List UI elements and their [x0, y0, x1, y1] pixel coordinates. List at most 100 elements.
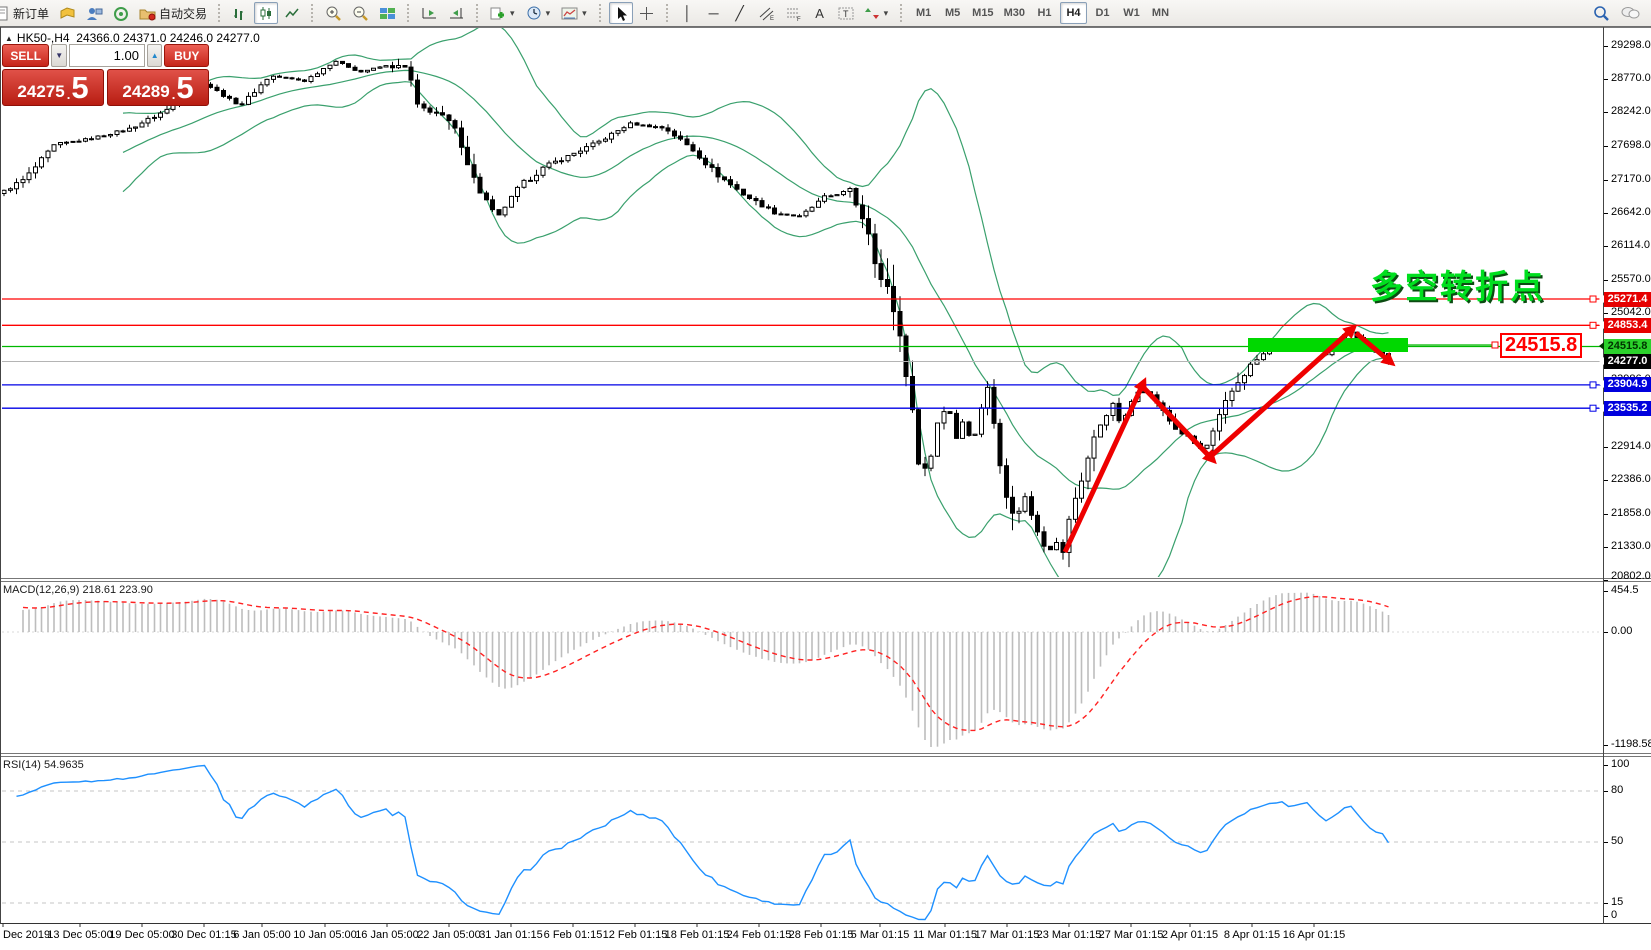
- symbol-title: HK50-,H4: [16, 31, 70, 45]
- candle-body: [164, 108, 170, 114]
- candle-body: [822, 195, 827, 202]
- price-tick-mark: [1604, 213, 1608, 214]
- indicator-tick-mark: [1604, 765, 1608, 766]
- candle-body: [484, 192, 489, 201]
- macd-axis-label: 0.00: [1611, 625, 1633, 637]
- candle-body: [239, 103, 245, 106]
- candle-body: [935, 422, 940, 457]
- candle-body: [903, 335, 909, 377]
- one-click-trading-panel: SELL ▼ ▲ BUY 24275 . 5 24289 . 5: [2, 44, 209, 106]
- sell-button[interactable]: SELL: [2, 44, 50, 67]
- candle-body: [991, 386, 997, 424]
- buy-button[interactable]: BUY: [164, 44, 209, 67]
- candle-body: [872, 233, 878, 265]
- candle-body: [647, 124, 652, 128]
- line-handle-marker[interactable]: [1589, 404, 1597, 412]
- candle-body: [352, 66, 358, 71]
- bollinger-band[interactable]: [122, 69, 1389, 490]
- candle-body: [584, 146, 589, 152]
- time-axis[interactable]: Dec 2019 13 Dec 05:00 19 Dec 05:00 30 Dec 0…: [0, 925, 1651, 950]
- candle-body: [766, 206, 771, 209]
- candle-body: [390, 65, 395, 69]
- time-axis-label: 5 Mar 01:15: [850, 929, 910, 941]
- chart-canvas[interactable]: [0, 0, 1651, 950]
- candle-body: [521, 179, 527, 188]
- price-tick-mark: [1604, 514, 1608, 515]
- candle-body: [759, 200, 765, 208]
- line-handle-marker[interactable]: [1589, 381, 1597, 389]
- candle-body: [803, 210, 809, 217]
- price-tick-label: 22386.0: [1611, 473, 1651, 485]
- chart-ohlc-header: ▲ HK50-,H4 24366.0 24371.0 24246.0 24277.…: [5, 31, 260, 45]
- candle-body: [565, 155, 571, 162]
- candle-body: [296, 78, 301, 81]
- candle-body: [120, 130, 126, 133]
- candle-body: [753, 198, 759, 202]
- candle-body: [271, 75, 276, 80]
- candle-body: [95, 135, 101, 140]
- candle-body: [1110, 402, 1116, 416]
- candle-body: [941, 411, 947, 424]
- candle-body: [127, 127, 132, 132]
- trend-zigzag-line[interactable]: [1062, 329, 1352, 554]
- line-handle-marker[interactable]: [1589, 321, 1597, 329]
- candle-body: [885, 279, 890, 287]
- candle-body: [258, 84, 264, 94]
- candle-body: [383, 65, 389, 68]
- price-level-badge: 23535.2: [1599, 401, 1651, 416]
- sell-price-panel[interactable]: 24275 . 5: [2, 69, 104, 106]
- price-tick-label: 21858.0: [1611, 507, 1651, 519]
- volume-increment-button[interactable]: ▲: [146, 44, 163, 67]
- candle-body: [928, 455, 934, 469]
- candle-body: [1248, 363, 1253, 377]
- candle-body: [340, 60, 345, 65]
- candle-body: [70, 140, 76, 143]
- line-handle-marker[interactable]: [1589, 295, 1597, 303]
- candle-body: [1035, 514, 1040, 533]
- candle-body: [603, 138, 608, 142]
- main-pane: [2, 28, 1391, 577]
- candle-body: [321, 68, 326, 75]
- candle-body: [133, 126, 138, 129]
- price-axis[interactable]: 29298.0 28770.0 28242.0 27698.0 27170.0 26642…: [1599, 0, 1651, 950]
- candle-body: [371, 67, 376, 71]
- candle-body: [89, 138, 94, 141]
- time-axis-label: 2 Apr 01:15: [1161, 929, 1219, 941]
- candle-body: [1098, 424, 1103, 438]
- price-tick-mark: [1604, 447, 1608, 448]
- candle-body: [653, 126, 658, 129]
- candle-body: [214, 86, 220, 92]
- time-axis-label: 6 Jan 05:00: [233, 929, 291, 941]
- volume-input[interactable]: [68, 44, 145, 67]
- volume-decrement-button[interactable]: ▼: [51, 44, 67, 67]
- price-tick-mark: [1604, 313, 1608, 314]
- price-tick-mark: [1604, 480, 1608, 481]
- candle-body: [145, 117, 151, 124]
- collapse-triangle-icon[interactable]: ▲: [5, 34, 13, 43]
- time-axis-label: 23 Mar 01:15: [1036, 929, 1102, 941]
- time-axis-label: 8 Apr 01:15: [1223, 929, 1281, 941]
- candle-body: [358, 69, 364, 73]
- candle-body: [1029, 496, 1034, 516]
- price-tick-label: 28770.0: [1611, 72, 1651, 84]
- turning-point-annotation[interactable]: 多空转折点: [1370, 260, 1545, 308]
- candle-body: [571, 152, 577, 156]
- buy-price-panel[interactable]: 24289 . 5: [107, 69, 209, 106]
- sell-price-frac: 5: [71, 70, 89, 105]
- candle-body: [596, 140, 602, 144]
- candle-body: [14, 182, 19, 190]
- candle-body: [315, 73, 320, 78]
- leader-handle-marker[interactable]: [1491, 341, 1499, 349]
- sell-price-dot: .: [66, 87, 71, 102]
- candle-body: [446, 114, 452, 121]
- rsi-axis-label: 80: [1611, 784, 1624, 796]
- candle-body: [496, 209, 502, 216]
- resistance-price-label[interactable]: 24515.8: [1500, 333, 1583, 358]
- price-tick-mark: [1604, 112, 1608, 113]
- candle-body: [910, 376, 915, 411]
- price-tick-mark: [1604, 180, 1608, 181]
- candle-body: [972, 433, 978, 436]
- candle-body: [621, 127, 627, 132]
- candle-body: [615, 130, 621, 134]
- candle-body: [722, 176, 727, 181]
